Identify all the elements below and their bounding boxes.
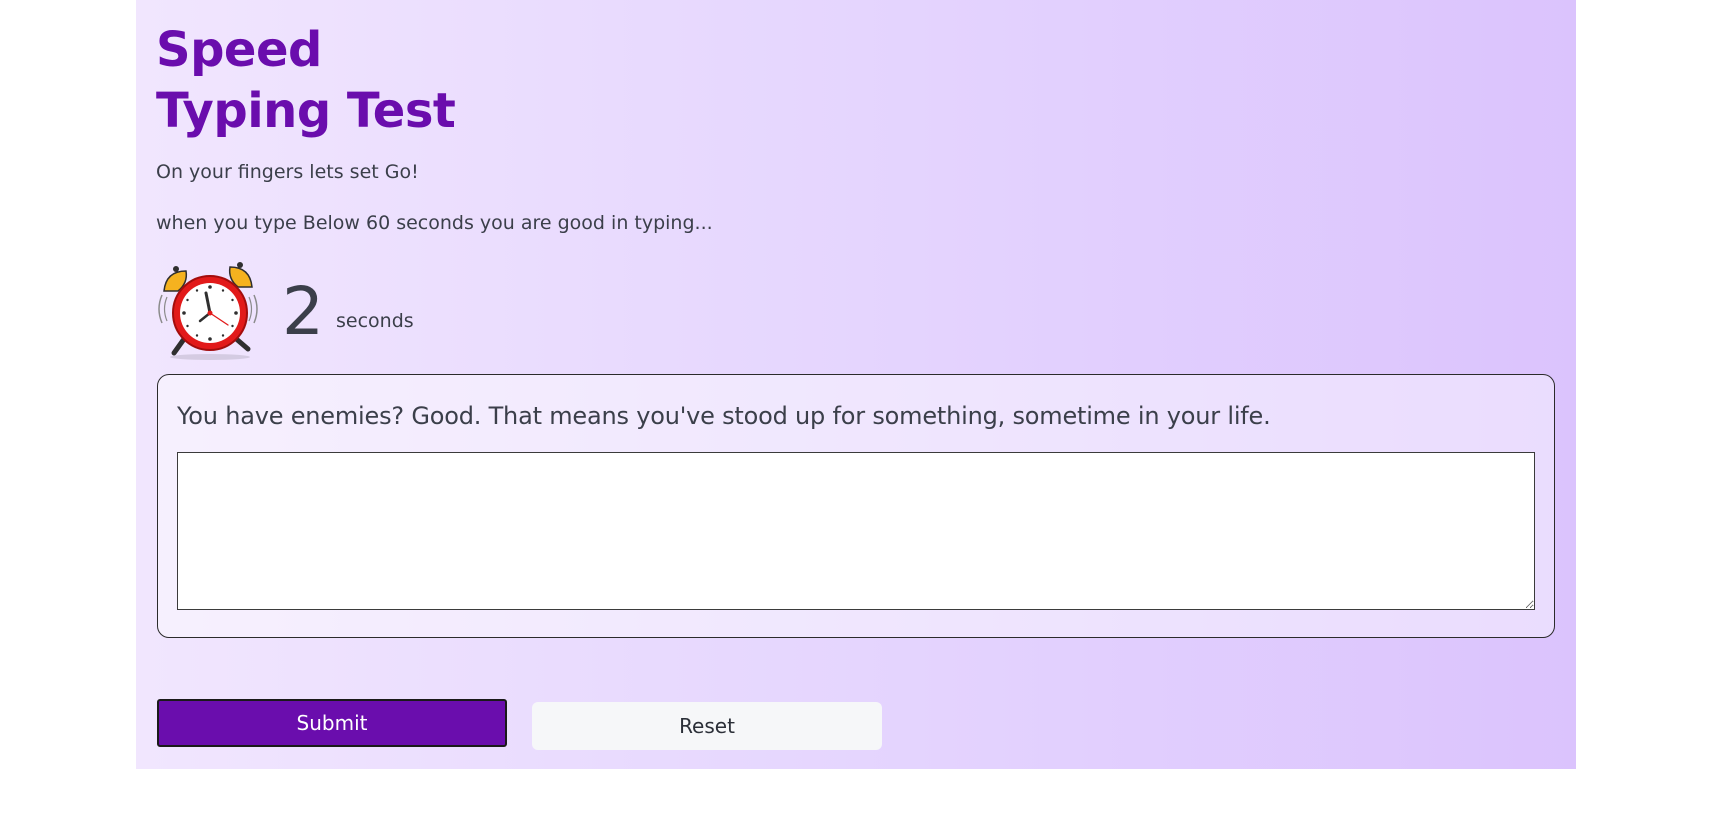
page-title-line-1: Speed xyxy=(156,22,322,78)
intro-text: On your fingers lets set Go! xyxy=(156,161,419,183)
hint-text: when you type Below 60 seconds you are g… xyxy=(156,212,713,234)
submit-button[interactable]: Submit xyxy=(157,699,507,747)
timer-unit: seconds xyxy=(336,310,414,332)
timer-value: 2 xyxy=(282,273,324,350)
page-title-line-2: Typing Test xyxy=(156,83,456,139)
typing-input[interactable] xyxy=(177,452,1535,610)
timer-display: 2 seconds xyxy=(156,257,414,361)
alarm-clock-icon xyxy=(158,262,258,360)
page-container: Speed Typing Test On your fingers lets s… xyxy=(136,0,1576,769)
reset-button[interactable]: Reset xyxy=(532,702,882,750)
page-title: Speed Typing Test xyxy=(156,20,456,142)
typing-card: You have enemies? Good. That means you'v… xyxy=(157,374,1555,638)
quote-text: You have enemies? Good. That means you'v… xyxy=(177,402,1271,430)
